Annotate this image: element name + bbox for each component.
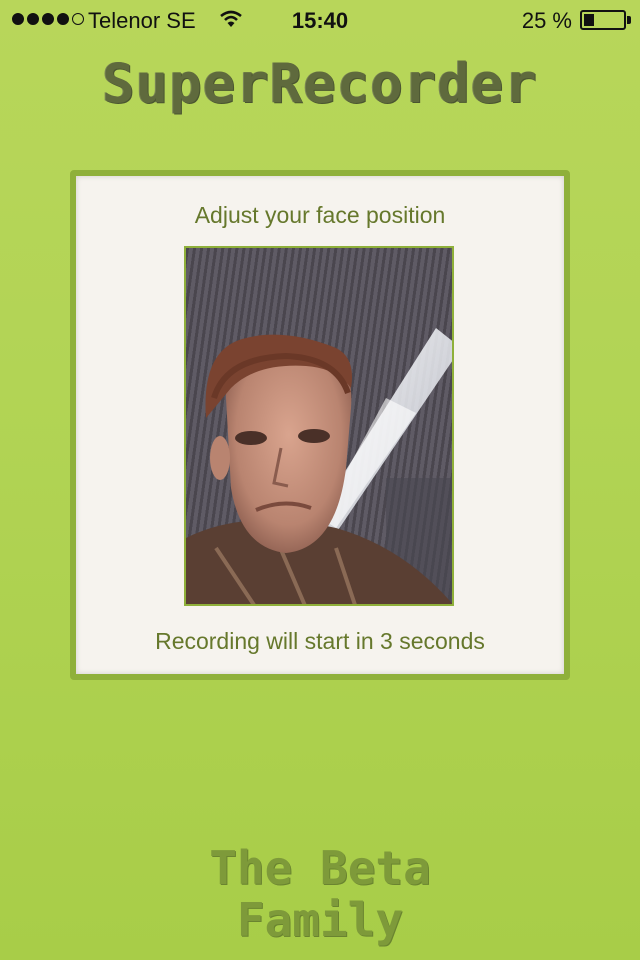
camera-preview-image bbox=[186, 248, 452, 604]
logo-line-1: The Beta bbox=[209, 841, 431, 895]
camera-preview bbox=[184, 246, 454, 606]
card-heading: Adjust your face position bbox=[194, 202, 446, 228]
battery-icon bbox=[580, 10, 626, 30]
battery-level-fill bbox=[584, 14, 594, 26]
battery-nub bbox=[627, 16, 631, 24]
logo-line-2: Family bbox=[236, 893, 404, 947]
the-beta-family-logo: The Beta Family bbox=[0, 842, 640, 946]
battery-percent: 25 % bbox=[521, 8, 572, 33]
face-position-card: Adjust your face position Recording will… bbox=[70, 170, 570, 680]
app-title: SuperRecorder bbox=[102, 52, 538, 115]
countdown-text: Recording will start in 3 seconds bbox=[155, 628, 485, 654]
status-bar: Telenor SE 15:40 25 % bbox=[0, 0, 640, 40]
